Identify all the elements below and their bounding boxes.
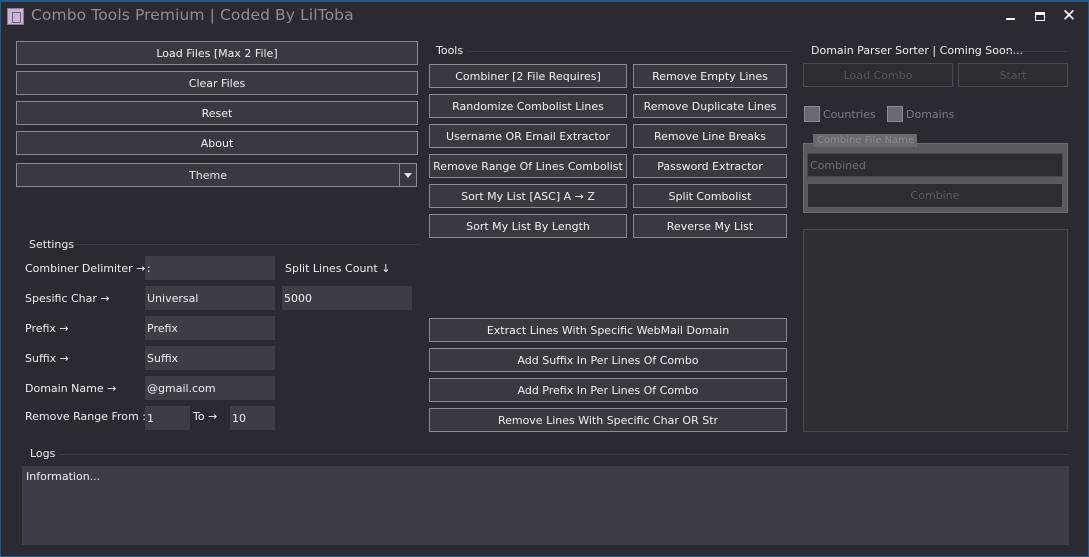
window-title: Combo Tools Premium | Coded By LilToba — [31, 6, 354, 24]
remove-range-to-input[interactable] — [230, 406, 275, 430]
theme-dropdown-toggle[interactable] — [399, 164, 416, 186]
start-button[interactable]: Start — [958, 63, 1068, 87]
settings-divider — [76, 244, 421, 245]
logs-divider — [59, 454, 1069, 455]
domain-output-panel — [803, 229, 1068, 432]
to-label: To → — [193, 410, 218, 423]
clear-files-button[interactable]: Clear Files — [16, 71, 418, 95]
domains-checkbox[interactable] — [887, 106, 903, 122]
remove-empty-lines-button[interactable]: Remove Empty Lines — [633, 64, 787, 88]
tools-divider — [467, 51, 792, 52]
theme-dropdown[interactable]: Theme — [16, 163, 417, 187]
reset-button[interactable]: Reset — [16, 101, 418, 125]
app-logo-icon — [7, 8, 24, 25]
remove-range-from-input[interactable] — [145, 406, 190, 430]
minimize-icon — [1005, 18, 1015, 20]
theme-dropdown-value: Theme — [189, 168, 227, 182]
specific-char-input[interactable] — [145, 286, 275, 310]
split-combolist-button[interactable]: Split Combolist — [633, 184, 787, 208]
combine-file-name-legend: Combine File Name — [813, 134, 917, 147]
reverse-my-list-button[interactable]: Reverse My List — [633, 214, 787, 238]
extract-lines-with-specific-webmail-domain-button[interactable]: Extract Lines With Specific WebMail Doma… — [429, 318, 787, 342]
add-prefix-in-per-lines-of-combo-button[interactable]: Add Prefix In Per Lines Of Combo — [429, 378, 787, 402]
split-lines-count-input[interactable] — [282, 286, 412, 310]
about-button[interactable]: About — [16, 131, 418, 155]
maximize-button[interactable] — [1027, 6, 1053, 26]
countries-checkbox[interactable] — [804, 106, 820, 122]
sort-my-list-by-length-button[interactable]: Sort My List By Length — [429, 214, 627, 238]
domain-name-input[interactable] — [145, 376, 275, 400]
load-files-button[interactable]: Load Files [Max 2 File] — [16, 41, 418, 65]
suffix-label: Suffix → — [25, 352, 69, 365]
username-or-email-extractor-button[interactable]: Username OR Email Extractor — [429, 124, 627, 148]
combiner-delimiter-label: Combiner Delimiter → — [25, 262, 146, 275]
load-combo-button[interactable]: Load Combo — [803, 63, 953, 87]
app-window: Combo Tools Premium | Coded By LilToba ✕… — [0, 0, 1089, 557]
specific-char-label: Spesific Char → — [25, 292, 110, 305]
title-bar[interactable]: Combo Tools Premium | Coded By LilToba ✕ — [1, 2, 1088, 32]
logs-title: Logs — [30, 447, 56, 460]
maximize-icon — [1035, 11, 1045, 21]
remove-range-label: Remove Range From : — [25, 410, 146, 423]
combiner-2-file-requires-button[interactable]: Combiner [2 File Requires] — [429, 64, 627, 88]
countries-label: Countries — [823, 108, 876, 121]
tools-title: Tools — [436, 44, 464, 57]
randomize-combolist-lines-button[interactable]: Randomize Combolist Lines — [429, 94, 627, 118]
domains-label: Domains — [906, 108, 955, 121]
password-extractor-button[interactable]: Password Extractor — [633, 154, 787, 178]
close-icon: ✕ — [1061, 5, 1077, 26]
chevron-down-icon — [404, 172, 412, 178]
combine-button[interactable]: Combine — [807, 183, 1063, 208]
combiner-delimiter-input[interactable] — [145, 256, 275, 280]
split-lines-count-label: Split Lines Count ↓ — [285, 262, 391, 275]
prefix-label: Prefix → — [25, 322, 69, 335]
sort-my-list-asc-a-z-button[interactable]: Sort My List [ASC] A → Z — [429, 184, 627, 208]
logs-textbox[interactable]: Information... — [22, 466, 1069, 545]
settings-title: Settings — [29, 238, 75, 251]
add-suffix-in-per-lines-of-combo-button[interactable]: Add Suffix In Per Lines Of Combo — [429, 348, 787, 372]
remove-duplicate-lines-button[interactable]: Remove Duplicate Lines — [633, 94, 787, 118]
remove-lines-with-specific-char-or-str-button[interactable]: Remove Lines With Specific Char OR Str — [429, 408, 787, 432]
remove-line-breaks-button[interactable]: Remove Line Breaks — [633, 124, 787, 148]
domain-parser-divider — [1005, 51, 1067, 52]
close-button[interactable]: ✕ — [1056, 6, 1082, 26]
remove-range-of-lines-combolist-button[interactable]: Remove Range Of Lines Combolist — [429, 154, 627, 178]
minimize-button[interactable] — [997, 6, 1023, 26]
domain-parser-title: Domain Parser Sorter | Coming Soon... — [811, 44, 1024, 57]
domain-name-label: Domain Name → — [25, 382, 117, 395]
prefix-input[interactable] — [145, 316, 275, 340]
suffix-input[interactable] — [145, 346, 275, 370]
combine-file-name-input[interactable]: Combined — [807, 153, 1063, 177]
